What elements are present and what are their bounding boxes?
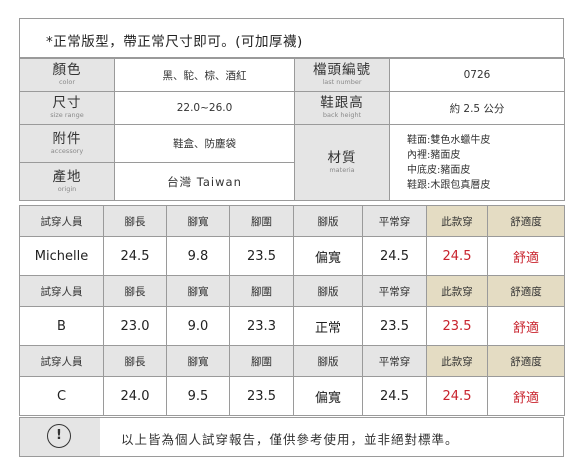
comfort: 舒適	[487, 306, 565, 346]
fit-note-text: *正常版型，帶正常尺寸即可。(可加厚襪)	[46, 34, 303, 50]
spec-table: 顏色 color 黑、駝、棕、酒紅 檔頭編號 last number 0726 尺寸…	[19, 58, 565, 201]
usual-size: 24.5	[362, 376, 427, 416]
this-style-size-header: 此款穿	[426, 275, 488, 307]
disclaimer-text: 以上皆為個人試穿報告，僅供參考使用，並非絕對標準。	[121, 432, 459, 447]
tester-header: 試穿人員	[19, 205, 104, 237]
disclaimer-notice: ! 以上皆為個人試穿報告，僅供參考使用，並非絕對標準。	[19, 417, 564, 457]
fit-header-row: 試穿人員 腳長 腳寬 腳圍 腳版 平常穿 此款穿 舒適度	[19, 205, 565, 237]
color-label: 顏色 color	[19, 58, 115, 92]
size-label: 尺寸 size range	[19, 91, 115, 125]
heel-height-label: 鞋跟高 back height	[294, 91, 390, 125]
color-value: 黑、駝、棕、酒紅	[114, 58, 295, 92]
notice-icon-cell: !	[20, 418, 100, 456]
tester-header: 試穿人員	[19, 345, 104, 377]
fit-row-3: C 24.0 9.5 23.5 偏寬 24.5 24.5 舒適	[19, 376, 565, 416]
foot-width: 9.5	[166, 376, 230, 416]
origin-value: 台灣 Taiwan	[114, 162, 295, 201]
usual-size-header: 平常穿	[362, 205, 427, 237]
foot-width-header: 腳寬	[166, 345, 230, 377]
material-label: 材質 materia	[294, 124, 390, 201]
foot-girth-header: 腳圍	[229, 205, 294, 237]
foot-length-header: 腳長	[103, 205, 167, 237]
foot-length: 23.0	[103, 306, 167, 346]
this-style-size: 23.5	[426, 306, 488, 346]
foot-shape: 偏寬	[293, 236, 363, 276]
comfort-header: 舒適度	[487, 275, 565, 307]
foot-width: 9.0	[166, 306, 230, 346]
comfort-header: 舒適度	[487, 205, 565, 237]
foot-girth-header: 腳圍	[229, 345, 294, 377]
material-value: 鞋面:雙色水蠟牛皮 內裡:豬面皮 中底皮:豬面皮 鞋跟:木跟包真層皮	[389, 124, 565, 201]
comfort-header: 舒適度	[487, 345, 565, 377]
size-value: 22.0~26.0	[114, 91, 295, 125]
material-line: 中底皮:豬面皮	[407, 164, 471, 176]
foot-width-header: 腳寬	[166, 275, 230, 307]
fit-note: *正常版型，帶正常尺寸即可。(可加厚襪)	[19, 18, 564, 58]
foot-width: 9.8	[166, 236, 230, 276]
comfort: 舒適	[487, 376, 565, 416]
foot-width-header: 腳寬	[166, 205, 230, 237]
this-style-size: 24.5	[426, 376, 488, 416]
usual-size-header: 平常穿	[362, 275, 427, 307]
usual-size-header: 平常穿	[362, 345, 427, 377]
foot-length: 24.5	[103, 236, 167, 276]
this-style-size: 24.5	[426, 236, 488, 276]
foot-shape: 偏寬	[293, 376, 363, 416]
tester-name: C	[19, 376, 104, 416]
foot-shape: 正常	[293, 306, 363, 346]
tester-header: 試穿人員	[19, 275, 104, 307]
foot-girth: 23.5	[229, 236, 294, 276]
foot-girth: 23.5	[229, 376, 294, 416]
foot-shape-header: 腳版	[293, 275, 363, 307]
material-line: 內裡:豬面皮	[407, 149, 461, 161]
foot-girth: 23.3	[229, 306, 294, 346]
heel-height-value: 約 2.5 公分	[389, 91, 565, 125]
foot-length-header: 腳長	[103, 275, 167, 307]
foot-length-header: 腳長	[103, 345, 167, 377]
item-number-label: 檔頭編號 last number	[294, 58, 390, 92]
material-line: 鞋面:雙色水蠟牛皮	[407, 134, 491, 146]
fit-row-2: B 23.0 9.0 23.3 正常 23.5 23.5 舒適	[19, 306, 565, 346]
fit-header-row: 試穿人員 腳長 腳寬 腳圍 腳版 平常穿 此款穿 舒適度	[19, 275, 565, 307]
accessory-value: 鞋盒、防塵袋	[114, 124, 295, 163]
tester-name: B	[19, 306, 104, 346]
foot-girth-header: 腳圍	[229, 275, 294, 307]
usual-size: 24.5	[362, 236, 427, 276]
usual-size: 23.5	[362, 306, 427, 346]
foot-shape-header: 腳版	[293, 205, 363, 237]
this-style-size-header: 此款穿	[426, 205, 488, 237]
foot-shape-header: 腳版	[293, 345, 363, 377]
foot-length: 24.0	[103, 376, 167, 416]
material-line: 鞋跟:木跟包真層皮	[407, 179, 491, 191]
fit-header-row: 試穿人員 腳長 腳寬 腳圍 腳版 平常穿 此款穿 舒適度	[19, 345, 565, 377]
comfort: 舒適	[487, 236, 565, 276]
this-style-size-header: 此款穿	[426, 345, 488, 377]
accessory-label: 附件 accessory	[19, 124, 115, 163]
tester-name: Michelle	[19, 236, 104, 276]
exclamation-circle-icon: !	[47, 424, 71, 448]
fitting-report-table: 試穿人員 腳長 腳寬 腳圍 腳版 平常穿 此款穿 舒適度 Michelle 24…	[19, 205, 565, 416]
fit-row-1: Michelle 24.5 9.8 23.5 偏寬 24.5 24.5 舒適	[19, 236, 565, 276]
origin-label: 產地 origin	[19, 162, 115, 201]
item-number-value: 0726	[389, 58, 565, 92]
